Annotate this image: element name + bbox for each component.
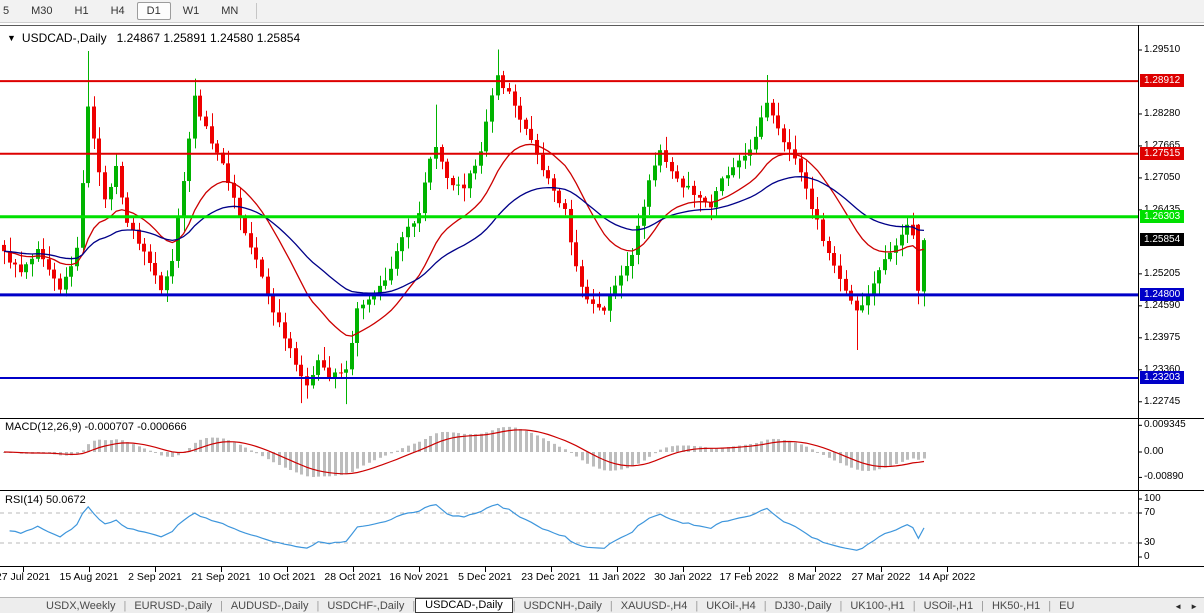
macd-panel-layer [3, 427, 926, 477]
price-axis-tick: 1.29510 [1144, 44, 1180, 56]
rsi-axis-tick: 0 [1144, 551, 1150, 563]
macd-axis-tick: 0.00 [1144, 446, 1163, 458]
trading-app-window: 5M30H1H4D1W1MN ▼ USDCAD-,Daily 1.24867 1.2… [0, 0, 1204, 613]
timeframe-d1-button[interactable]: D1 [137, 2, 171, 20]
macd-name: MACD(12,26,9) [5, 421, 81, 433]
date-axis-label: 27 Jul 2021 [0, 571, 50, 583]
tab-ukoil-h4[interactable]: UKOil-,H4 [698, 600, 764, 612]
timeframe-h1-button[interactable]: H1 [65, 2, 99, 20]
tab-usdchf-daily[interactable]: USDCHF-,Daily [319, 600, 412, 612]
price-axis-tick: 1.22745 [1144, 396, 1180, 408]
macd-axis-tick: -0.00890 [1144, 471, 1183, 483]
date-axis-label: 16 Nov 2021 [389, 571, 449, 583]
date-axis-label: 17 Feb 2022 [720, 571, 779, 583]
timeframe-5-button[interactable]: 5 [0, 2, 19, 20]
timeframe-toolbar: 5M30H1H4D1W1MN [0, 0, 1204, 23]
rsi-axis-tick: 100 [1144, 493, 1161, 505]
symbol-tab-bar: USDX,Weekly|EURUSD-,Daily|AUDUSD-,Daily|… [0, 597, 1204, 613]
current-price-label: 1.25854 [1140, 233, 1184, 246]
macd-current-values: -0.000707 -0.000666 [84, 421, 186, 433]
price-level-label: 1.28912 [1140, 74, 1184, 87]
macd-axis-tick: 0.009345 [1144, 419, 1186, 431]
tab-usdcnh-daily[interactable]: USDCNH-,Daily [516, 600, 610, 612]
date-axis-label: 30 Jan 2022 [654, 571, 712, 583]
date-axis-label: 23 Dec 2021 [521, 571, 581, 583]
rsi-current-value: 50.0672 [46, 494, 86, 506]
price-axis-tick: 1.23975 [1144, 332, 1180, 344]
chart-header: ▼ USDCAD-,Daily 1.24867 1.25891 1.24580 1.… [7, 31, 300, 45]
rsi-panel-layer [0, 504, 1138, 550]
toolbar-separator [256, 3, 257, 19]
date-axis-label: 10 Oct 2021 [258, 571, 315, 583]
tab-audusd-daily[interactable]: AUDUSD-,Daily [223, 600, 317, 612]
price-level-label: 1.26303 [1140, 210, 1184, 223]
timeframe-w1-button[interactable]: W1 [173, 2, 210, 20]
timeframe-h4-button[interactable]: H4 [101, 2, 135, 20]
price-axis-tick: 1.25205 [1144, 268, 1180, 280]
tab-eurusd-daily[interactable]: EURUSD-,Daily [126, 600, 220, 612]
price-level-label: 1.27515 [1140, 147, 1184, 160]
date-axis-label: 15 Aug 2021 [60, 571, 119, 583]
date-axis-label: 8 Mar 2022 [788, 571, 841, 583]
price-axis-tick: 1.27050 [1144, 172, 1180, 184]
tab-uk100-h1[interactable]: UK100-,H1 [842, 600, 912, 612]
tab-usoil-h1[interactable]: USOil-,H1 [916, 600, 982, 612]
date-axis-label: 21 Sep 2021 [191, 571, 251, 583]
rsi-indicator-label: RSI(14) 50.0672 [5, 494, 86, 506]
tab-scroll-arrows: ◄ ► [1165, 598, 1202, 613]
price-axis-tick: 1.28280 [1144, 108, 1180, 120]
price-level-label: 1.23203 [1140, 371, 1184, 384]
rsi-name: RSI(14) [5, 494, 43, 506]
price-level-label: 1.24800 [1140, 288, 1184, 301]
date-axis-label: 2 Sep 2021 [128, 571, 182, 583]
date-axis-label: 11 Jan 2022 [588, 571, 645, 583]
date-axis-label: 28 Oct 2021 [324, 571, 381, 583]
tab-eu[interactable]: EU [1051, 600, 1082, 612]
date-axis-label: 5 Dec 2021 [458, 571, 512, 583]
chart-canvas[interactable] [0, 0, 1204, 613]
rsi-axis-tick: 70 [1144, 507, 1155, 519]
candlestick-layer [2, 49, 926, 404]
timeframe-m30-button[interactable]: M30 [21, 2, 62, 20]
tab-xauusd-h4[interactable]: XAUUSD-,H4 [613, 600, 696, 612]
chart-dropdown-icon[interactable]: ▼ [7, 33, 16, 43]
timeframe-mn-button[interactable]: MN [211, 2, 248, 20]
tab-scroll-left-button[interactable]: ◄ [1170, 602, 1186, 611]
date-axis-label: 27 Mar 2022 [852, 571, 911, 583]
moving-average-lines [4, 144, 924, 336]
date-axis-label: 14 Apr 2022 [919, 571, 976, 583]
chart-ohlc-values: 1.24867 1.25891 1.24580 1.25854 [117, 31, 301, 45]
tab-hk50-h1[interactable]: HK50-,H1 [984, 600, 1048, 612]
tab-dj30-daily[interactable]: DJ30-,Daily [767, 600, 840, 612]
rsi-axis-tick: 30 [1144, 537, 1155, 549]
tab-scroll-right-button[interactable]: ► [1186, 602, 1202, 611]
tab-usdx-weekly[interactable]: USDX,Weekly [38, 600, 123, 612]
price-axis-tick: 1.24590 [1144, 300, 1180, 312]
tab-usdcad-daily[interactable]: USDCAD-,Daily [415, 598, 513, 613]
macd-indicator-label: MACD(12,26,9) -0.000707 -0.000666 [5, 421, 187, 433]
chart-symbol-title: USDCAD-,Daily [22, 31, 107, 45]
axis-ticks [24, 50, 1143, 572]
